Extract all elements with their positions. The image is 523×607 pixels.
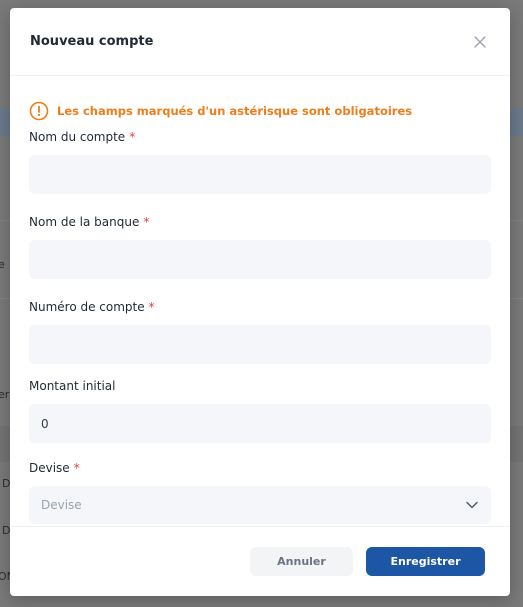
currency-select-placeholder: Devise [41,498,82,512]
dialog-header: Nouveau compte [10,8,510,76]
required-asterisk: * [129,130,136,144]
account-name-field: Nom du compte * [29,128,491,194]
account-name-label: Nom du compte * [29,128,491,146]
initial-amount-label-text: Montant initial [29,379,116,393]
account-number-label-text: Numéro de compte [29,300,145,314]
initial-amount-field: Montant initial [29,377,491,443]
notice-text: Les champs marqués d'un astérisque sont … [57,104,413,118]
required-asterisk: * [148,300,155,314]
bank-name-field: Nom de la banque * [29,213,491,279]
currency-field: Devise * Devise [29,459,491,524]
required-fields-notice: Les champs marqués d'un astérisque sont … [29,96,491,126]
close-button[interactable] [470,32,490,52]
info-circle-icon [29,101,49,121]
cancel-button[interactable]: Annuler [250,547,353,576]
close-icon [474,35,486,48]
background-text: er [0,388,10,401]
account-number-label: Numéro de compte * [29,298,491,316]
bank-name-label: Nom de la banque * [29,213,491,231]
background-text: e [0,258,5,271]
dialog-title: Nouveau compte [30,34,154,49]
account-name-input[interactable] [29,155,491,194]
required-asterisk: * [73,461,80,475]
account-name-label-text: Nom du compte [29,130,126,144]
save-button[interactable]: Enregistrer [366,547,485,576]
currency-label-text: Devise [29,461,70,475]
currency-label: Devise * [29,459,491,477]
account-number-input[interactable] [29,325,491,364]
bank-name-input[interactable] [29,240,491,279]
initial-amount-label: Montant initial [29,377,491,395]
bank-name-label-text: Nom de la banque [29,215,140,229]
initial-amount-input[interactable] [29,404,491,443]
dialog-body: Les champs marqués d'un astérisque sont … [10,96,510,524]
dialog-footer: Annuler Enregistrer [10,526,510,596]
new-account-dialog: Nouveau compte Les champs marqués d'un a… [10,8,510,596]
currency-select[interactable]: Devise [29,486,491,524]
account-number-field: Numéro de compte * [29,298,491,364]
chevron-down-icon [466,501,478,509]
required-asterisk: * [143,215,150,229]
